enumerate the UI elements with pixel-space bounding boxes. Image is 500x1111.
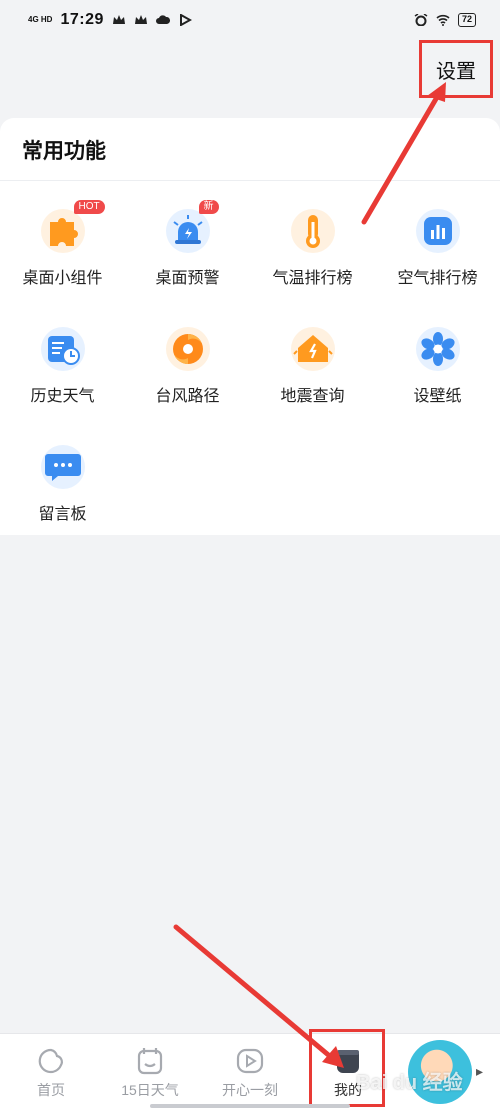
function-item-weather-history[interactable]: 历史天气 bbox=[0, 299, 125, 417]
new-badge: 新 bbox=[198, 200, 219, 214]
message-board-icon bbox=[40, 445, 85, 489]
function-label: 设壁纸 bbox=[413, 388, 462, 405]
chevron-right-icon: ▸ bbox=[476, 1063, 484, 1079]
settings-button[interactable]: 设置 bbox=[419, 40, 493, 98]
watermark: Bai du 经验 bbox=[356, 1072, 463, 1094]
function-label: 空气排行榜 bbox=[397, 270, 478, 287]
typhoon-icon bbox=[165, 327, 210, 371]
alarm-icon bbox=[414, 14, 428, 26]
status-right: 72 bbox=[414, 13, 476, 27]
bar-chart-icon bbox=[415, 209, 460, 253]
home-indicator[interactable] bbox=[150, 1104, 350, 1108]
status-left: 4G HD 17:29 bbox=[28, 11, 192, 29]
network-indicator: 4G HD bbox=[28, 15, 53, 24]
function-item-set-wallpaper[interactable]: 设壁纸 bbox=[375, 299, 500, 417]
common-functions-panel: 常用功能 HOT 桌面小组件 新 桌面预警 气温排行榜 空气排行榜 历史天气 台… bbox=[0, 118, 500, 535]
function-item-air-ranking[interactable]: 空气排行榜 bbox=[375, 181, 500, 299]
tab-label: 15日天气 bbox=[121, 1082, 179, 1098]
cloud-icon bbox=[155, 15, 170, 24]
battery-indicator: 72 bbox=[457, 13, 476, 27]
play-status-icon bbox=[179, 14, 192, 26]
function-item-message-board[interactable]: 留言板 bbox=[0, 417, 125, 535]
status-bar: 4G HD 17:29 72 bbox=[0, 0, 500, 40]
calendar-clock-icon bbox=[40, 327, 85, 371]
earthquake-house-icon bbox=[290, 327, 335, 371]
function-item-desktop-alert[interactable]: 新 桌面预警 bbox=[125, 181, 250, 299]
function-label: 台风路径 bbox=[155, 388, 220, 405]
calendar-icon bbox=[137, 1048, 163, 1075]
tab-home[interactable]: 首页 bbox=[2, 1034, 100, 1111]
function-item-desktop-widget[interactable]: HOT 桌面小组件 bbox=[0, 181, 125, 299]
function-label: 气温排行榜 bbox=[272, 270, 353, 287]
crown-icon bbox=[134, 15, 147, 24]
function-label: 留言板 bbox=[38, 506, 87, 523]
thermometer-icon bbox=[290, 209, 335, 253]
function-item-typhoon-path[interactable]: 台风路径 bbox=[125, 299, 250, 417]
crown-icon bbox=[112, 15, 125, 24]
function-label: 地震查询 bbox=[280, 388, 345, 405]
flower-icon bbox=[415, 327, 460, 371]
function-item-earthquake-query[interactable]: 地震查询 bbox=[250, 299, 375, 417]
panel-title: 常用功能 bbox=[0, 118, 500, 181]
function-label: 桌面预警 bbox=[155, 270, 220, 287]
function-label: 桌面小组件 bbox=[22, 270, 103, 287]
puzzle-icon bbox=[40, 209, 85, 253]
status-time: 17:29 bbox=[60, 11, 104, 28]
wifi-icon bbox=[436, 14, 450, 26]
tab-happy-moment[interactable]: 开心一刻 bbox=[201, 1034, 299, 1111]
tab-15-day-weather[interactable]: 15日天气 bbox=[101, 1034, 199, 1111]
play-icon bbox=[236, 1048, 264, 1074]
tab-label: 首页 bbox=[37, 1082, 65, 1098]
alarm-light-icon bbox=[165, 209, 210, 253]
function-item-temperature-ranking[interactable]: 气温排行榜 bbox=[250, 181, 375, 299]
hot-badge: HOT bbox=[73, 200, 105, 214]
tab-label: 开心一刻 bbox=[222, 1082, 278, 1098]
home-icon bbox=[38, 1048, 63, 1074]
function-label: 历史天气 bbox=[30, 388, 95, 405]
